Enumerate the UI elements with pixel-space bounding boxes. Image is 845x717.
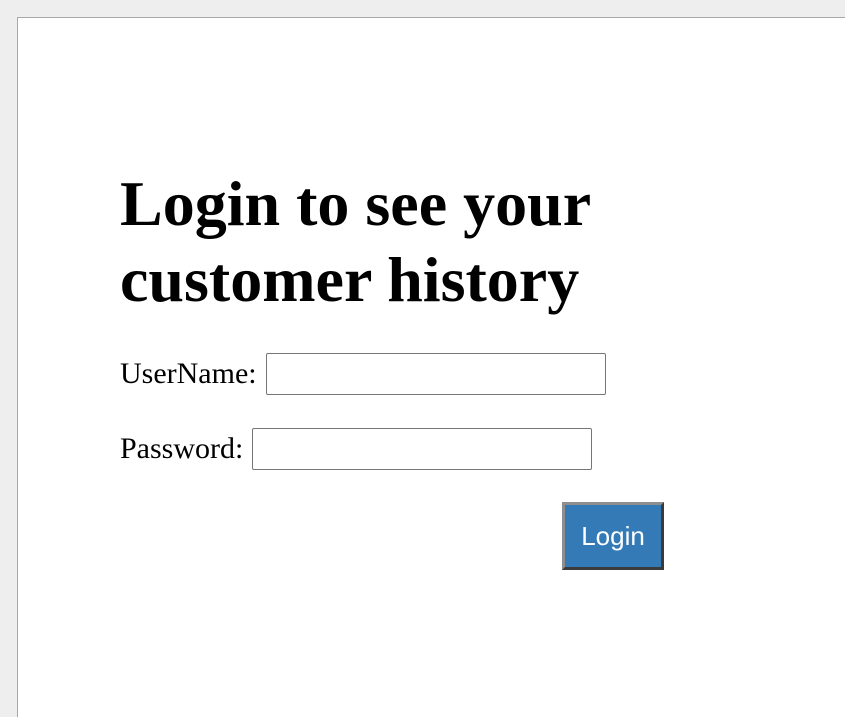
username-label: UserName:	[120, 357, 257, 390]
password-row: Password:	[120, 428, 593, 470]
username-row: UserName:	[120, 353, 606, 395]
login-page: Login to see your customer history UserN…	[17, 17, 845, 717]
password-input[interactable]	[252, 428, 593, 470]
password-label: Password:	[120, 432, 244, 465]
login-button[interactable]: Login	[562, 502, 664, 570]
username-input[interactable]	[265, 353, 606, 395]
page-title: Login to see your customer history	[120, 168, 590, 315]
